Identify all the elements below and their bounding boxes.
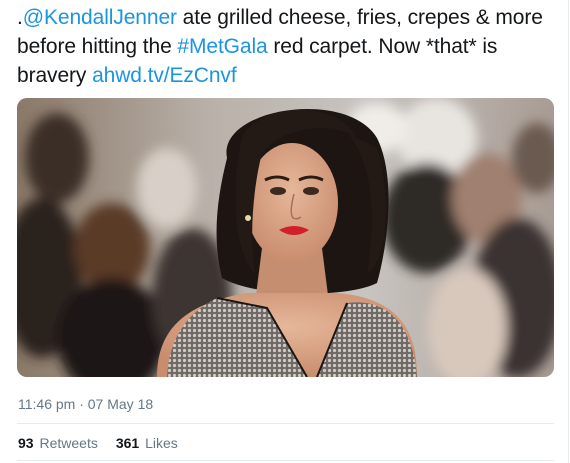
mention-link[interactable]: @KendallJenner [23,6,177,29]
retweets-label: Retweets [39,435,98,451]
tweet-photo[interactable] [17,98,554,377]
tweet-text: .@KendallJenner ate grilled cheese, frie… [17,3,557,90]
divider [17,423,554,424]
hashtag-link[interactable]: #MetGala [177,35,267,58]
card-border [568,0,569,463]
retweets-count: 93 [18,435,34,451]
retweets-stat[interactable]: 93 Retweets [18,435,98,451]
url-link[interactable]: ahwd.tv/EzCnvf [92,64,237,87]
tweet-stats: 93 Retweets 361 Likes [18,435,196,451]
likes-label: Likes [145,435,178,451]
tweet-card: .@KendallJenner ate grilled cheese, frie… [0,0,570,463]
photo-illustration [17,98,554,377]
likes-count: 361 [115,435,140,451]
divider [17,460,554,461]
likes-stat[interactable]: 361 Likes [116,435,178,451]
tweet-timestamp[interactable]: 11:46 pm · 07 May 18 [18,396,153,412]
